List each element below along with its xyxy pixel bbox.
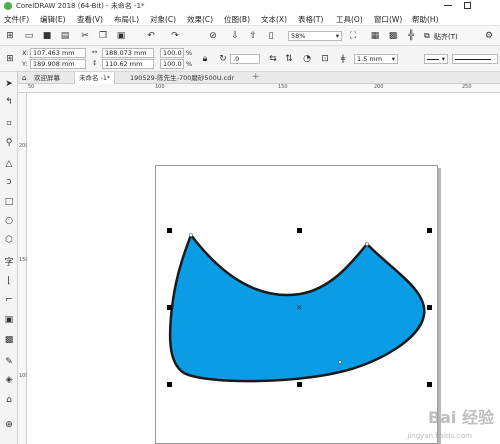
selection-handle-bottom-right[interactable] — [427, 382, 432, 387]
node-point[interactable] — [188, 232, 194, 238]
node-point[interactable] — [364, 241, 370, 247]
baidu-watermark-url: jingyan.baidu.com — [407, 432, 472, 440]
selection-handle-left[interactable] — [167, 305, 172, 310]
selection-handle-top-left[interactable] — [167, 228, 172, 233]
selection-handle-bottom-left[interactable] — [167, 382, 172, 387]
selection-handle-right[interactable] — [427, 305, 432, 310]
baidu-watermark: Bai 经验 — [427, 408, 494, 427]
center-marker-icon[interactable]: × — [296, 303, 303, 312]
shape-layer: × — [168, 232, 426, 383]
selection-handle-bottom[interactable] — [297, 382, 302, 387]
node-point[interactable] — [338, 360, 342, 364]
selection-handle-top[interactable] — [297, 228, 302, 233]
selection-handle-top-right[interactable] — [427, 228, 432, 233]
